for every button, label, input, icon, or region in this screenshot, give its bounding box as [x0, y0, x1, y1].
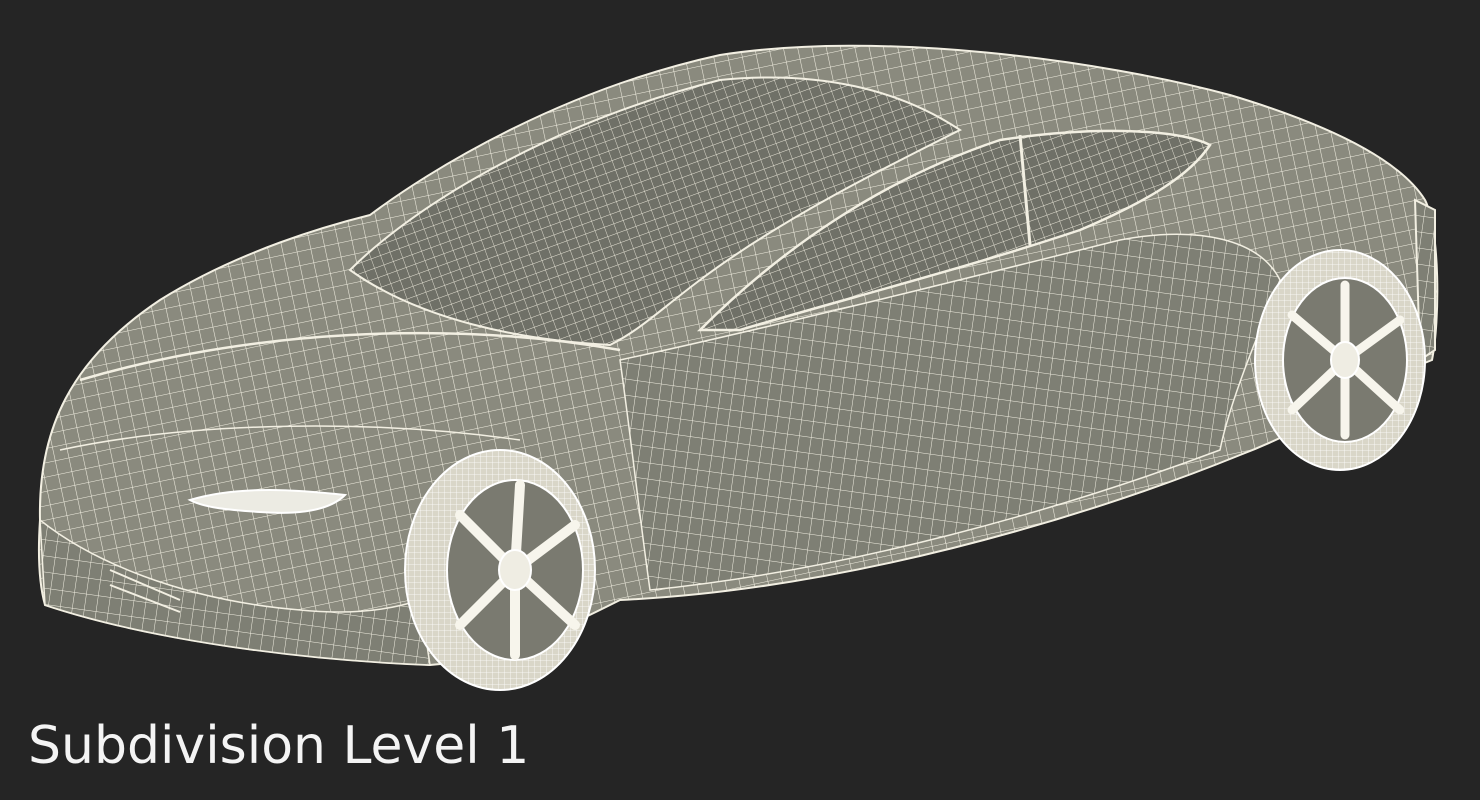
render-viewport: Subdivision Level 1	[0, 0, 1480, 800]
front-wheel	[404, 449, 596, 691]
rear-wheel	[1254, 249, 1426, 471]
subdivision-caption: Subdivision Level 1	[28, 716, 530, 776]
wireframe-car-render	[37, 44, 1439, 691]
